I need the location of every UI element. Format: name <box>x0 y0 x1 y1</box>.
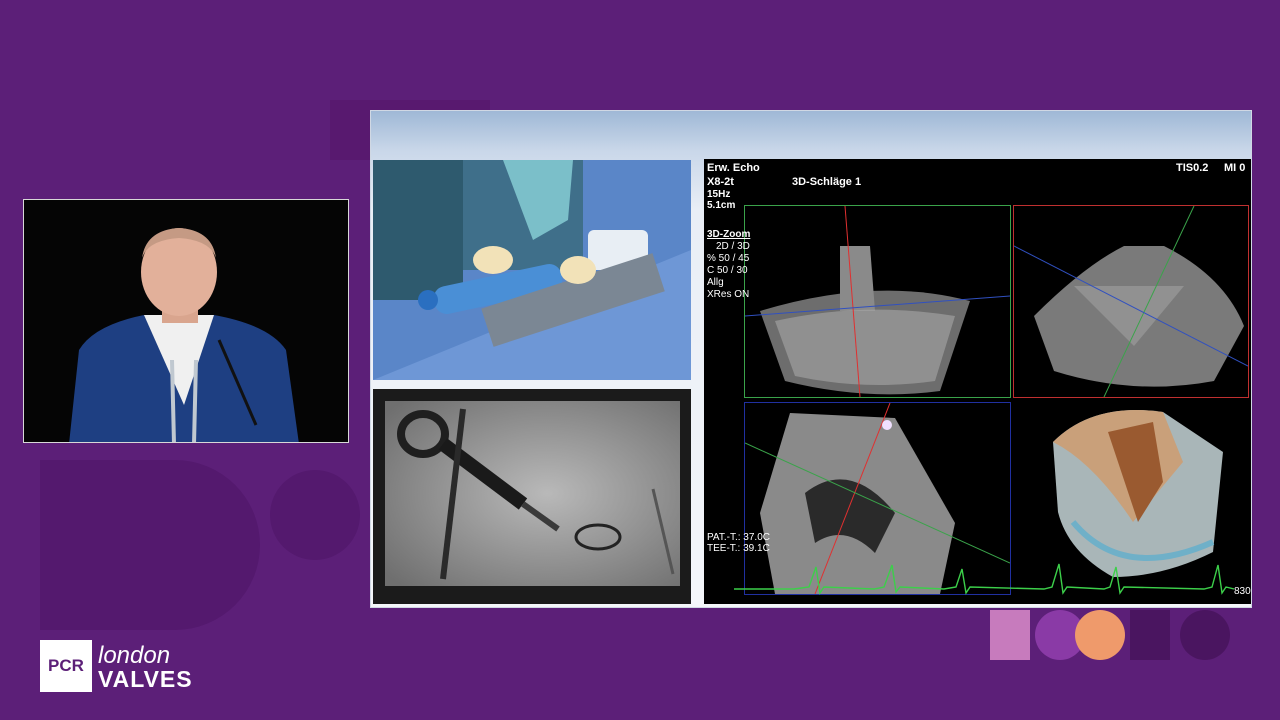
ecg-trace-icon <box>734 563 1234 595</box>
presenter-video-icon <box>24 200 348 442</box>
speaker-video <box>23 199 349 443</box>
logo-box: PCR <box>40 640 92 692</box>
echo-tee-temp: TEE-T.: 39.1C <box>707 543 770 554</box>
fluoroscopy-image-icon <box>373 389 691 604</box>
echo-display-panel: Erw. Echo X8-2t 15Hz 5.1cm 3D-Schläge 1 … <box>704 159 1251 604</box>
echo-zoom-line: C 50 / 30 <box>707 265 748 276</box>
echo-zoom-line: 2D / 3D <box>716 241 750 252</box>
echo-tis-value: TIS0.2 <box>1176 162 1209 174</box>
echo-mode-label: Erw. Echo <box>707 162 760 174</box>
echo-depth: 5.1cm <box>707 200 736 211</box>
echo-beats-label: 3D-Schläge 1 <box>792 176 862 188</box>
echo-patient-temp: PAT.-T.: 37.0C <box>707 532 770 543</box>
echo-probe-label: X8-2t <box>707 176 734 188</box>
echo-mi-value: MI 0 <box>1224 162 1246 174</box>
decorative-circles-graphic <box>990 610 1230 660</box>
echo-quadrant-top-right <box>1013 205 1249 398</box>
procedure-photo-panel <box>373 160 691 380</box>
background-shape <box>40 460 260 630</box>
logo-valves-text: VALVES <box>98 666 193 692</box>
echo-zoom-title: 3D-Zoom <box>707 229 751 240</box>
echo-2d-image-icon <box>1013 205 1249 398</box>
echo-frame-counter: 830 <box>1234 586 1251 597</box>
procedure-photo-icon <box>373 160 691 380</box>
fluoroscopy-panel <box>373 389 691 604</box>
echo-frame-rate: 15Hz <box>707 189 731 200</box>
background-shape <box>270 470 360 560</box>
echo-zoom-line: XRes ON <box>707 289 750 300</box>
echo-zoom-line: Allg <box>707 277 724 288</box>
echo-2d-image-icon <box>744 205 1011 398</box>
echo-quadrant-top-left <box>744 205 1011 398</box>
echo-zoom-line: % 50 / 45 <box>707 253 750 264</box>
presentation-slide: Erw. Echo X8-2t 15Hz 5.1cm 3D-Schläge 1 … <box>370 110 1252 608</box>
